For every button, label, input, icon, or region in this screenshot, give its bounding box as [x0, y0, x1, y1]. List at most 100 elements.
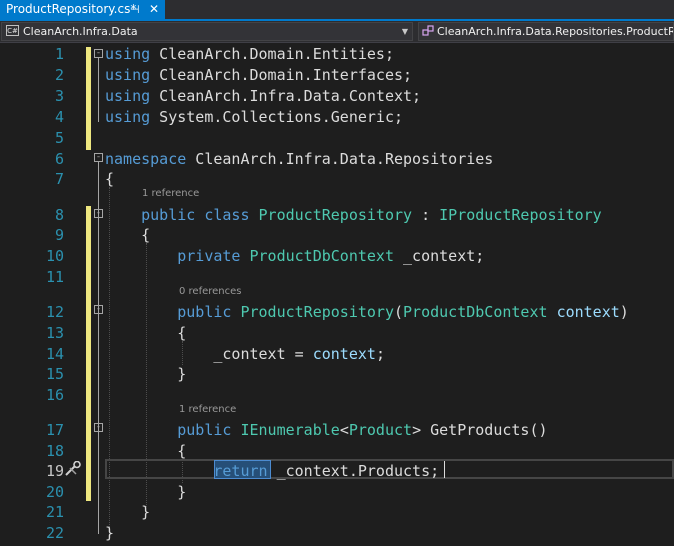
code-token: _context.Products; [267, 462, 440, 480]
code-token: < [339, 421, 349, 439]
line-number: 20 [45, 483, 64, 501]
line-number: 3 [54, 87, 64, 105]
line-number: 11 [45, 268, 64, 286]
collapse-using-icon[interactable]: - [94, 49, 103, 58]
code-token: { [105, 170, 115, 188]
code-token: public [177, 421, 232, 439]
outline-line [98, 432, 99, 494]
code-token: class [204, 206, 250, 224]
code-token: context [556, 303, 620, 321]
project-dropdown[interactable]: C# CleanArch.Infra.Data ▼ [1, 22, 413, 41]
code-line[interactable]: public ProductRepository(ProductDbContex… [105, 302, 629, 323]
code-line[interactable]: } [105, 523, 114, 544]
code-token: namespace [105, 150, 187, 168]
tab-title: ProductRepository.cs* [6, 2, 137, 16]
code-token: using [105, 45, 151, 63]
code-line[interactable]: { [105, 441, 186, 462]
tab-productrepository[interactable]: ProductRepository.cs* ⊣ ✕ [0, 0, 165, 19]
code-token: } [105, 503, 151, 521]
code-token: return [213, 462, 268, 480]
class-icon [422, 25, 434, 36]
line-number: 21 [45, 503, 64, 521]
line-number: 22 [45, 524, 64, 542]
code-token: : [412, 206, 440, 224]
code-line[interactable]: using CleanArch.Domain.Interfaces; [105, 65, 412, 86]
line-number: 17 [45, 421, 64, 439]
line-number: 9 [54, 226, 64, 244]
navigation-bar: C# CleanArch.Infra.Data ▼ CleanArch.Infra… [0, 21, 674, 43]
line-number: 10 [45, 247, 64, 265]
close-icon[interactable]: ✕ [149, 0, 159, 19]
code-token: { [105, 324, 187, 342]
code-line[interactable]: public class ProductRepository : IProduc… [105, 205, 602, 226]
project-name: CleanArch.Infra.Data [23, 25, 138, 38]
collapse-class-icon[interactable]: - [94, 209, 103, 218]
code-token: ProductDbContext [403, 303, 548, 321]
collapse-ctor-icon[interactable]: - [94, 305, 103, 314]
line-number: 1 [54, 45, 64, 63]
line-number: 2 [54, 66, 64, 84]
code-token: CleanArch.Domain.Entities; [150, 45, 394, 63]
chevron-down-icon: ▼ [401, 27, 408, 36]
code-line[interactable]: using CleanArch.Infra.Data.Context; [105, 86, 421, 107]
code-line[interactable]: { [105, 225, 150, 246]
code-token: ; [375, 345, 385, 363]
code-line[interactable]: } [105, 364, 186, 385]
text-caret [444, 461, 445, 478]
code-token: IProductRepository [439, 206, 602, 224]
scope-name: CleanArch.Infra.Data.Repositories.Produc… [437, 25, 673, 38]
code-token: context [312, 345, 376, 363]
code-token: _context = [105, 345, 313, 363]
codelens-method-references[interactable]: 1 reference [179, 404, 236, 416]
code-line[interactable]: using System.Collections.Generic; [105, 107, 403, 128]
code-line[interactable]: private ProductDbContext _context; [105, 246, 484, 267]
collapse-method-icon[interactable]: - [94, 423, 103, 432]
code-token: IEnumerable [240, 421, 340, 439]
codelens-class-references[interactable]: 1 reference [142, 188, 199, 200]
code-line[interactable]: namespace CleanArch.Infra.Data.Repositor… [105, 149, 493, 170]
code-line[interactable]: public IEnumerable<Product> GetProducts(… [105, 420, 547, 441]
line-number: 7 [54, 170, 64, 188]
code-editor[interactable]: - - - - - 1 reference 0 references 1 ref… [0, 43, 674, 546]
line-number: 12 [45, 303, 64, 321]
code-token: using [105, 87, 151, 105]
code-line[interactable]: { [105, 323, 186, 344]
code-token: } [105, 365, 187, 383]
code-line[interactable]: { [105, 169, 114, 190]
code-line[interactable]: using CleanArch.Domain.Entities; [105, 44, 394, 65]
code-token: ProductRepository [240, 303, 394, 321]
code-token: System.Collections.Generic; [150, 108, 404, 126]
collapse-namespace-icon[interactable]: - [94, 153, 103, 162]
line-number: 4 [54, 108, 64, 126]
scope-dropdown[interactable]: CleanArch.Infra.Data.Repositories.Produc… [418, 22, 674, 41]
code-token: { [105, 226, 151, 244]
screwdriver-wrench-icon[interactable] [64, 461, 82, 477]
code-token: public [141, 206, 196, 224]
line-number: 15 [45, 365, 64, 383]
code-token: } [105, 483, 187, 501]
pin-icon[interactable]: ⊣ [130, 0, 140, 19]
code-token: CleanArch.Infra.Data.Repositories [186, 150, 494, 168]
code-token: using [105, 66, 151, 84]
code-token: } [105, 524, 115, 542]
code-token: { [105, 442, 187, 460]
code-line[interactable]: return _context.Products; [105, 461, 439, 482]
code-line[interactable]: } [105, 482, 186, 503]
csharp-project-icon: C# [6, 25, 19, 36]
code-token: Product [348, 421, 413, 439]
code-token: ) [619, 303, 629, 321]
change-bar [86, 47, 91, 150]
line-number: 6 [54, 150, 64, 168]
line-number: 14 [45, 345, 64, 363]
code-line[interactable]: _context = context; [105, 344, 385, 365]
code-token: ProductDbContext [249, 247, 395, 265]
codelens-ctor-references[interactable]: 0 references [179, 286, 242, 298]
line-number: 13 [45, 324, 64, 342]
code-line[interactable]: } [105, 502, 150, 523]
